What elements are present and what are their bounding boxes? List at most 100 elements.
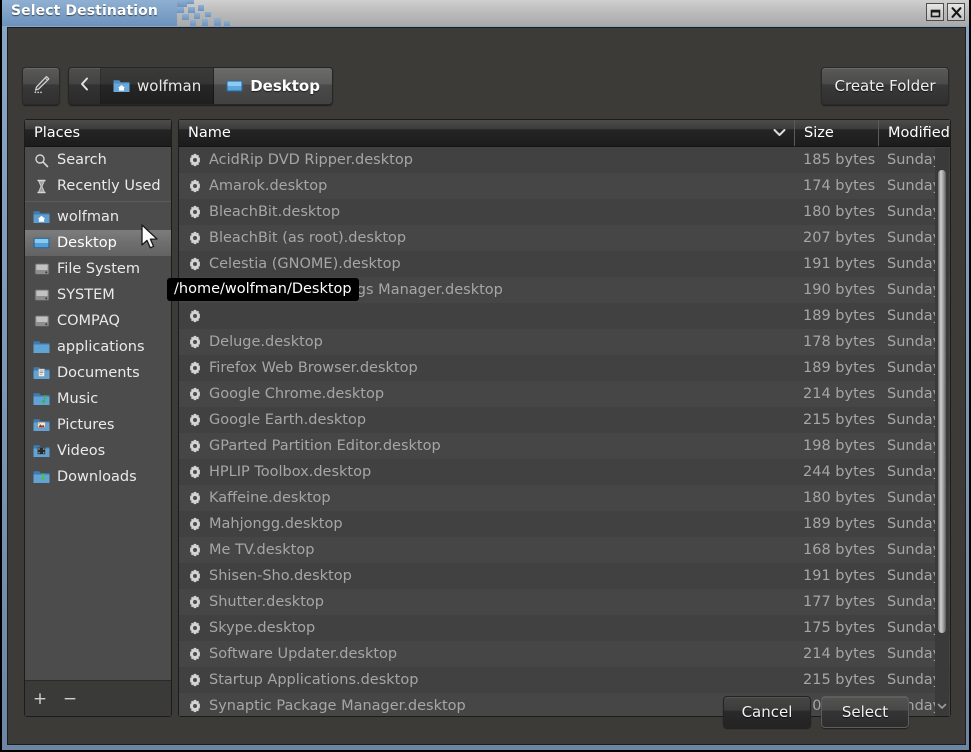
- table-row[interactable]: Shisen-Sho.desktop191 bytesSunday: [179, 563, 950, 589]
- file-size-cell: 174 bytes: [794, 178, 878, 194]
- sidebar-item-system[interactable]: SYSTEM: [25, 282, 171, 308]
- table-row[interactable]: Celestia (GNOME).desktop191 bytesSunday: [179, 251, 950, 277]
- table-row[interactable]: GParted Partition Editor.desktop198 byte…: [179, 433, 950, 459]
- create-folder-button[interactable]: Create Folder: [821, 67, 949, 105]
- table-row[interactable]: Deluge.desktop178 bytesSunday: [179, 329, 950, 355]
- file-list-header: Name Size Modified: [179, 120, 950, 147]
- file-list-scrollbar[interactable]: [935, 148, 949, 716]
- table-row[interactable]: Mahjongg.desktop189 bytesSunday: [179, 511, 950, 537]
- file-chooser-dialog-window: Select Destination: [0, 0, 971, 752]
- type-path-button[interactable]: [22, 67, 60, 105]
- sidebar-item-label: Pictures: [57, 417, 114, 433]
- sidebar-item-compaq[interactable]: COMPAQ: [25, 308, 171, 334]
- column-header-modified[interactable]: Modified: [878, 120, 950, 146]
- file-size-cell: 207 bytes: [794, 230, 878, 246]
- cancel-label: Cancel: [742, 703, 793, 721]
- sidebar-item-label: Videos: [57, 443, 105, 459]
- file-size-cell: 180 bytes: [794, 490, 878, 506]
- select-button[interactable]: Select: [821, 696, 909, 728]
- file-name-label: Shisen-Sho.desktop: [209, 568, 352, 584]
- dialog-body: wolfman Desktop Cr: [7, 27, 966, 745]
- sidebar-item-recently-used[interactable]: Recently Used: [25, 173, 171, 199]
- file-name-cell: Skype.desktop: [179, 620, 794, 636]
- breadcrumb: wolfman Desktop: [68, 67, 333, 105]
- breadcrumb-item-desktop[interactable]: Desktop: [214, 68, 332, 104]
- file-name-cell: Google Chrome.desktop: [179, 386, 794, 402]
- desktop-icon: [33, 236, 50, 251]
- drive-icon: [33, 262, 50, 277]
- table-row[interactable]: Firefox Web Browser.desktop189 bytesSund…: [179, 355, 950, 381]
- table-row[interactable]: Google Earth.desktop215 bytesSunday: [179, 407, 950, 433]
- file-size-cell: 177 bytes: [794, 594, 878, 610]
- column-header-size[interactable]: Size: [794, 120, 878, 146]
- table-row[interactable]: Me TV.desktop168 bytesSunday: [179, 537, 950, 563]
- gear-icon: [188, 647, 202, 661]
- file-name-cell: Mahjongg.desktop: [179, 516, 794, 532]
- file-name-label: Amarok.desktop: [209, 178, 327, 194]
- create-folder-label: Create Folder: [835, 77, 936, 95]
- sidebar-item-applications[interactable]: applications: [25, 334, 171, 360]
- table-row[interactable]: HPLIP Toolbox.desktop244 bytesSunday: [179, 459, 950, 485]
- gear-icon: [188, 361, 202, 375]
- column-header-name[interactable]: Name: [179, 120, 794, 146]
- file-list[interactable]: AcidRip DVD Ripper.desktop185 bytesSunda…: [179, 147, 950, 716]
- minimize-icon: [930, 7, 941, 18]
- file-size-cell: 244 bytes: [794, 464, 878, 480]
- table-row[interactable]: Skype.desktop175 bytesSunday: [179, 615, 950, 641]
- table-row[interactable]: Amarok.desktop174 bytesSunday: [179, 173, 950, 199]
- table-row[interactable]: 189 bytesSunday: [179, 303, 950, 329]
- sidebar-item-documents[interactable]: Documents: [25, 360, 171, 386]
- sidebar-item-label: SYSTEM: [57, 287, 115, 303]
- file-name-label: BleachBit (as root).desktop: [209, 230, 406, 246]
- file-size-cell: 185 bytes: [794, 152, 878, 168]
- drive-icon: [33, 288, 50, 303]
- sidebar-item-videos[interactable]: Videos: [25, 438, 171, 464]
- gear-icon: [188, 387, 202, 401]
- scrollbar-thumb[interactable]: [938, 170, 946, 633]
- table-row[interactable]: Google Chrome.desktop214 bytesSunday: [179, 381, 950, 407]
- sidebar-item-label: COMPAQ: [57, 313, 120, 329]
- table-row[interactable]: Kaffeine.desktop180 bytesSunday: [179, 485, 950, 511]
- drive-icon: [33, 314, 50, 329]
- breadcrumb-label: Desktop: [250, 77, 320, 95]
- places-header-label: Places: [34, 125, 80, 141]
- table-row[interactable]: BleachBit.desktop180 bytesSunday: [179, 199, 950, 225]
- folder-icon: [33, 340, 50, 355]
- places-header: Places: [25, 120, 171, 147]
- sidebar-item-music[interactable]: Music: [25, 386, 171, 412]
- breadcrumb-item-wolfman[interactable]: wolfman: [101, 68, 214, 104]
- column-header-modified-label: Modified: [888, 125, 950, 141]
- file-size-cell: 189 bytes: [794, 360, 878, 376]
- gear-icon: [188, 543, 202, 557]
- title-bar[interactable]: Select Destination: [2, 0, 969, 26]
- sidebar-item-pictures[interactable]: Pictures: [25, 412, 171, 438]
- close-button[interactable]: [947, 3, 965, 21]
- sidebar-item-downloads[interactable]: Downloads: [25, 464, 171, 490]
- file-size-cell: 215 bytes: [794, 412, 878, 428]
- file-name-cell: Celestia (GNOME).desktop: [179, 256, 794, 272]
- pictures-icon: [33, 418, 50, 433]
- file-name-cell: BleachBit (as root).desktop: [179, 230, 794, 246]
- music-icon: [33, 392, 50, 407]
- cancel-button[interactable]: Cancel: [723, 696, 811, 728]
- file-name-label: Shutter.desktop: [209, 594, 324, 610]
- sidebar-item-search[interactable]: Search: [25, 147, 171, 173]
- table-row[interactable]: AcidRip DVD Ripper.desktop185 bytesSunda…: [179, 147, 950, 173]
- gear-icon: [188, 309, 202, 323]
- file-name-cell: HPLIP Toolbox.desktop: [179, 464, 794, 480]
- file-name-cell: Deluge.desktop: [179, 334, 794, 350]
- places-list[interactable]: SearchRecently Used wolfmanDesktopFile Sy…: [25, 147, 171, 680]
- breadcrumb-back-button[interactable]: [69, 68, 101, 104]
- window-title: Select Destination: [11, 3, 158, 19]
- table-row[interactable]: CompizConfig Settings Manager.desktop190…: [179, 277, 950, 303]
- file-name-cell: Software Updater.desktop: [179, 646, 794, 662]
- minimize-button[interactable]: [926, 3, 944, 21]
- table-row[interactable]: Software Updater.desktop214 bytesSunday: [179, 641, 950, 667]
- file-size-cell: 214 bytes: [794, 646, 878, 662]
- sidebar-item-file-system[interactable]: File System: [25, 256, 171, 282]
- table-row[interactable]: BleachBit (as root).desktop207 bytesSund…: [179, 225, 950, 251]
- sidebar-item-desktop[interactable]: Desktop: [25, 230, 171, 256]
- file-name-cell: Shisen-Sho.desktop: [179, 568, 794, 584]
- sidebar-item-wolfman[interactable]: wolfman: [25, 204, 171, 230]
- table-row[interactable]: Shutter.desktop177 bytesSunday: [179, 589, 950, 615]
